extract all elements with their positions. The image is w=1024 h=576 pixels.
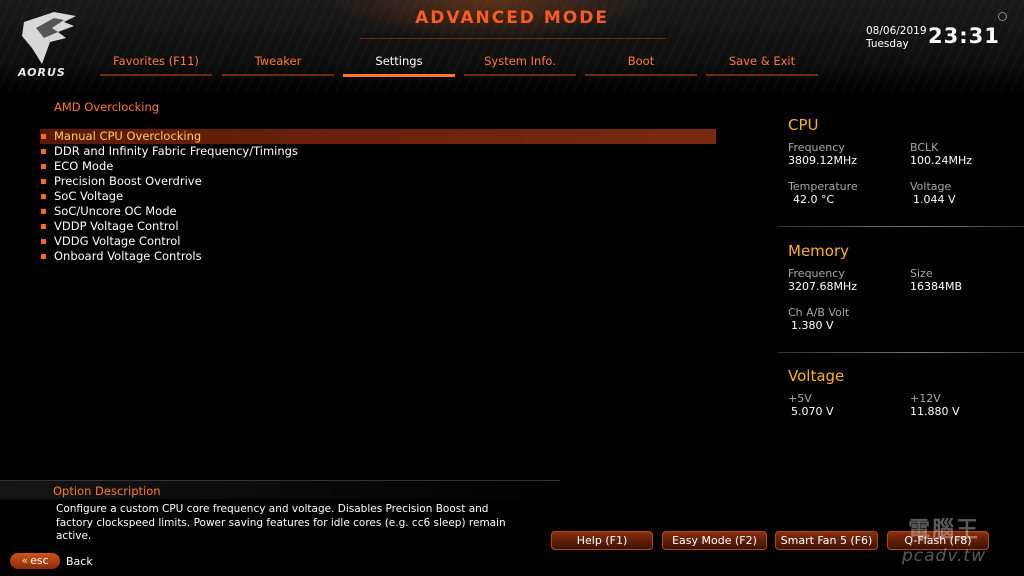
panel-divider [778, 352, 1024, 353]
stat-label: Ch A/B Volt [788, 306, 850, 319]
menu-item-soc-uncore-oc-mode[interactable]: SoC/Uncore OC Mode [40, 204, 716, 219]
cpu-bclk-stat: BCLK 100.24MHz [910, 141, 972, 167]
stat-value: 1.044 V [913, 193, 956, 206]
stat-label: +5V [788, 392, 812, 405]
cpu-voltage-stat: Voltage 1.044 V [910, 180, 956, 206]
smart-fan-button[interactable]: Smart Fan 5 (F6) [775, 531, 878, 550]
menu-item-precision-boost-overdrive[interactable]: Precision Boost Overdrive [40, 174, 716, 189]
memory-heading: Memory [788, 242, 850, 260]
panel-divider [778, 226, 1024, 227]
menu-item-label: VDDG Voltage Control [54, 234, 181, 248]
cpu-temperature-stat: Temperature 42.0 °C [788, 180, 858, 206]
tab-favorites[interactable]: Favorites (F11) [100, 52, 212, 76]
voltage-5v-stat: +5V 5.070 V [788, 392, 834, 418]
memory-size-stat: Size 16384MB [910, 267, 962, 293]
esc-label: esc [30, 554, 49, 567]
tab-save-exit[interactable]: Save & Exit [706, 52, 818, 76]
clock-time: 23:31 [928, 24, 1000, 48]
voltage-12v-stat: +12V 11.880 V [910, 392, 960, 418]
settings-dot-icon[interactable] [998, 12, 1007, 21]
bullet-icon [41, 209, 46, 214]
cpu-frequency-stat: Frequency 3809.12MHz [788, 141, 857, 167]
bullet-icon [41, 194, 46, 199]
stat-label: Frequency [788, 141, 845, 154]
stat-value: 11.880 V [910, 405, 960, 418]
watermark-url: pcadv.tw [902, 546, 986, 566]
menu-item-label: Onboard Voltage Controls [54, 249, 202, 263]
stat-label: Size [910, 267, 933, 280]
menu-item-vddg-voltage-control[interactable]: VDDG Voltage Control [40, 234, 716, 249]
memory-frequency-stat: Frequency 3207.68MHz [788, 267, 857, 293]
menu-item-label: ECO Mode [54, 159, 114, 173]
menu-item-label: DDR and Infinity Fabric Frequency/Timing… [54, 144, 298, 158]
memory-volt-stat: Ch A/B Volt 1.380 V [788, 306, 849, 332]
cpu-heading: CPU [788, 116, 819, 134]
watermark-title: 電腦王 [908, 518, 981, 543]
date-display: 08/06/2019 Tuesday [866, 25, 927, 51]
bullet-icon [41, 179, 46, 184]
bullet-icon [41, 134, 46, 139]
menu-item-label: VDDP Voltage Control [54, 219, 179, 233]
stat-label: Voltage [910, 180, 952, 193]
esc-button[interactable]: «esc [10, 553, 60, 569]
bullet-icon [41, 239, 46, 244]
option-description-text: Configure a custom CPU core frequency an… [56, 503, 506, 542]
voltage-section-title: Voltage [788, 367, 844, 385]
back-label[interactable]: Back [66, 555, 93, 568]
site-watermark: 電腦王 pcadv.tw [900, 508, 1020, 574]
menu-item-soc-voltage[interactable]: SoC Voltage [40, 189, 716, 204]
header-bar: ADVANCED MODE AORUS Favorites (F11) Twea… [0, 0, 1024, 92]
stat-value: 16384MB [910, 280, 963, 293]
weekday-text: Tuesday [866, 38, 909, 50]
stat-value: 1.380 V [791, 319, 834, 332]
stat-value: 42.0 °C [793, 193, 835, 206]
menu-item-onboard-voltage-controls[interactable]: Onboard Voltage Controls [40, 249, 716, 264]
menu-item-label: Precision Boost Overdrive [54, 174, 202, 188]
option-description-title: Option Description [53, 484, 161, 498]
stat-value: 3207.68MHz [788, 280, 858, 293]
stat-label: BCLK [910, 141, 939, 154]
cpu-section-title: CPU [788, 116, 819, 134]
date-text: 08/06/2019 [866, 25, 927, 37]
voltage-heading: Voltage [788, 367, 845, 385]
section-title: AMD Overclocking [54, 100, 160, 114]
bullet-icon [41, 224, 46, 229]
menu-item-eco-mode[interactable]: ECO Mode [40, 159, 716, 174]
bullet-icon [41, 149, 46, 154]
stat-value: 100.24MHz [910, 154, 973, 167]
stat-label: Temperature [788, 180, 858, 193]
menu-item-label: SoC/Uncore OC Mode [54, 204, 177, 218]
bullet-icon [41, 164, 46, 169]
settings-menu: Manual CPU Overclocking DDR and Infinity… [40, 129, 716, 264]
logo-text: AORUS [18, 66, 66, 79]
tab-tweaker[interactable]: Tweaker [222, 52, 334, 76]
double-chevron-left-icon: « [21, 554, 29, 567]
stat-label: Frequency [788, 267, 845, 280]
tab-system-info[interactable]: System Info. [464, 52, 576, 76]
stat-value: 5.070 V [791, 405, 834, 418]
option-description-header: Option Description [0, 480, 560, 499]
help-button[interactable]: Help (F1) [551, 531, 653, 550]
easy-mode-button[interactable]: Easy Mode (F2) [662, 531, 767, 550]
memory-section-title: Memory [788, 242, 849, 260]
menu-item-vddp-voltage-control[interactable]: VDDP Voltage Control [40, 219, 716, 234]
menu-item-label: Manual CPU Overclocking [54, 129, 202, 143]
menu-item-ddr-infinity-fabric[interactable]: DDR and Infinity Fabric Frequency/Timing… [40, 144, 716, 159]
bullet-icon [41, 254, 46, 259]
menu-item-manual-cpu-overclocking[interactable]: Manual CPU Overclocking [40, 129, 716, 144]
tab-settings[interactable]: Settings [343, 52, 455, 77]
tab-boot[interactable]: Boot [585, 52, 697, 76]
stat-value: 3809.12MHz [788, 154, 858, 167]
stat-label: +12V [910, 392, 941, 405]
menu-item-label: SoC Voltage [54, 189, 124, 203]
hardware-monitor-panel: CPU Frequency 3809.12MHz BCLK 100.24MHz … [778, 100, 1024, 430]
